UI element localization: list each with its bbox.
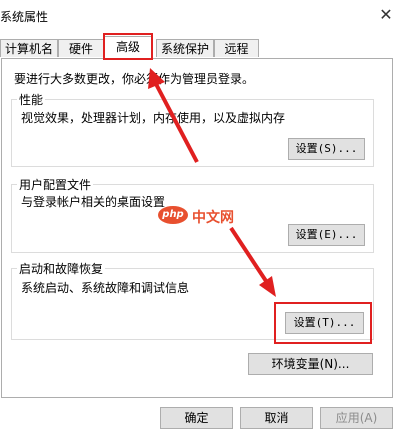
watermark-logo: php <box>158 206 188 224</box>
tab-system-protection[interactable]: 系统保护 <box>156 39 214 57</box>
title-bar: 系统属性 ✕ <box>0 0 403 34</box>
admin-note: 要进行大多数更改，你必须作为管理员登录。 <box>14 72 255 86</box>
tab-strip: 计算机名 硬件 高级 系统保护 远程 <box>0 36 403 59</box>
user-profiles-title: 用户配置文件 <box>17 176 94 193</box>
startup-recovery-desc: 系统启动、系统故障和调试信息 <box>21 281 190 295</box>
environment-variables-button[interactable]: 环境变量(N)... <box>248 353 373 375</box>
close-icon[interactable]: ✕ <box>376 5 396 25</box>
cancel-button[interactable]: 取消 <box>240 407 313 429</box>
performance-title: 性能 <box>17 91 46 108</box>
tab-remote[interactable]: 远程 <box>214 39 259 57</box>
performance-settings-button[interactable]: 设置(S)... <box>288 138 365 160</box>
user-profiles-desc: 与登录帐户相关的桌面设置 <box>21 195 166 209</box>
startup-recovery-title: 启动和故障恢复 <box>17 260 106 277</box>
ok-button[interactable]: 确定 <box>160 407 233 429</box>
window-title: 系统属性 <box>0 10 49 24</box>
watermark: php 中文网 <box>158 206 246 228</box>
startup-recovery-settings-button[interactable]: 设置(T)... <box>285 312 364 334</box>
tab-hardware[interactable]: 硬件 <box>58 39 104 57</box>
watermark-text: 中文网 <box>192 210 234 226</box>
apply-button[interactable]: 应用(A) <box>320 407 393 429</box>
user-profiles-settings-button[interactable]: 设置(E)... <box>288 224 365 246</box>
tab-advanced[interactable]: 高级 <box>104 36 152 59</box>
tab-computer-name[interactable]: 计算机名 <box>0 39 58 57</box>
performance-desc: 视觉效果，处理器计划，内存使用，以及虚拟内存 <box>21 111 286 125</box>
